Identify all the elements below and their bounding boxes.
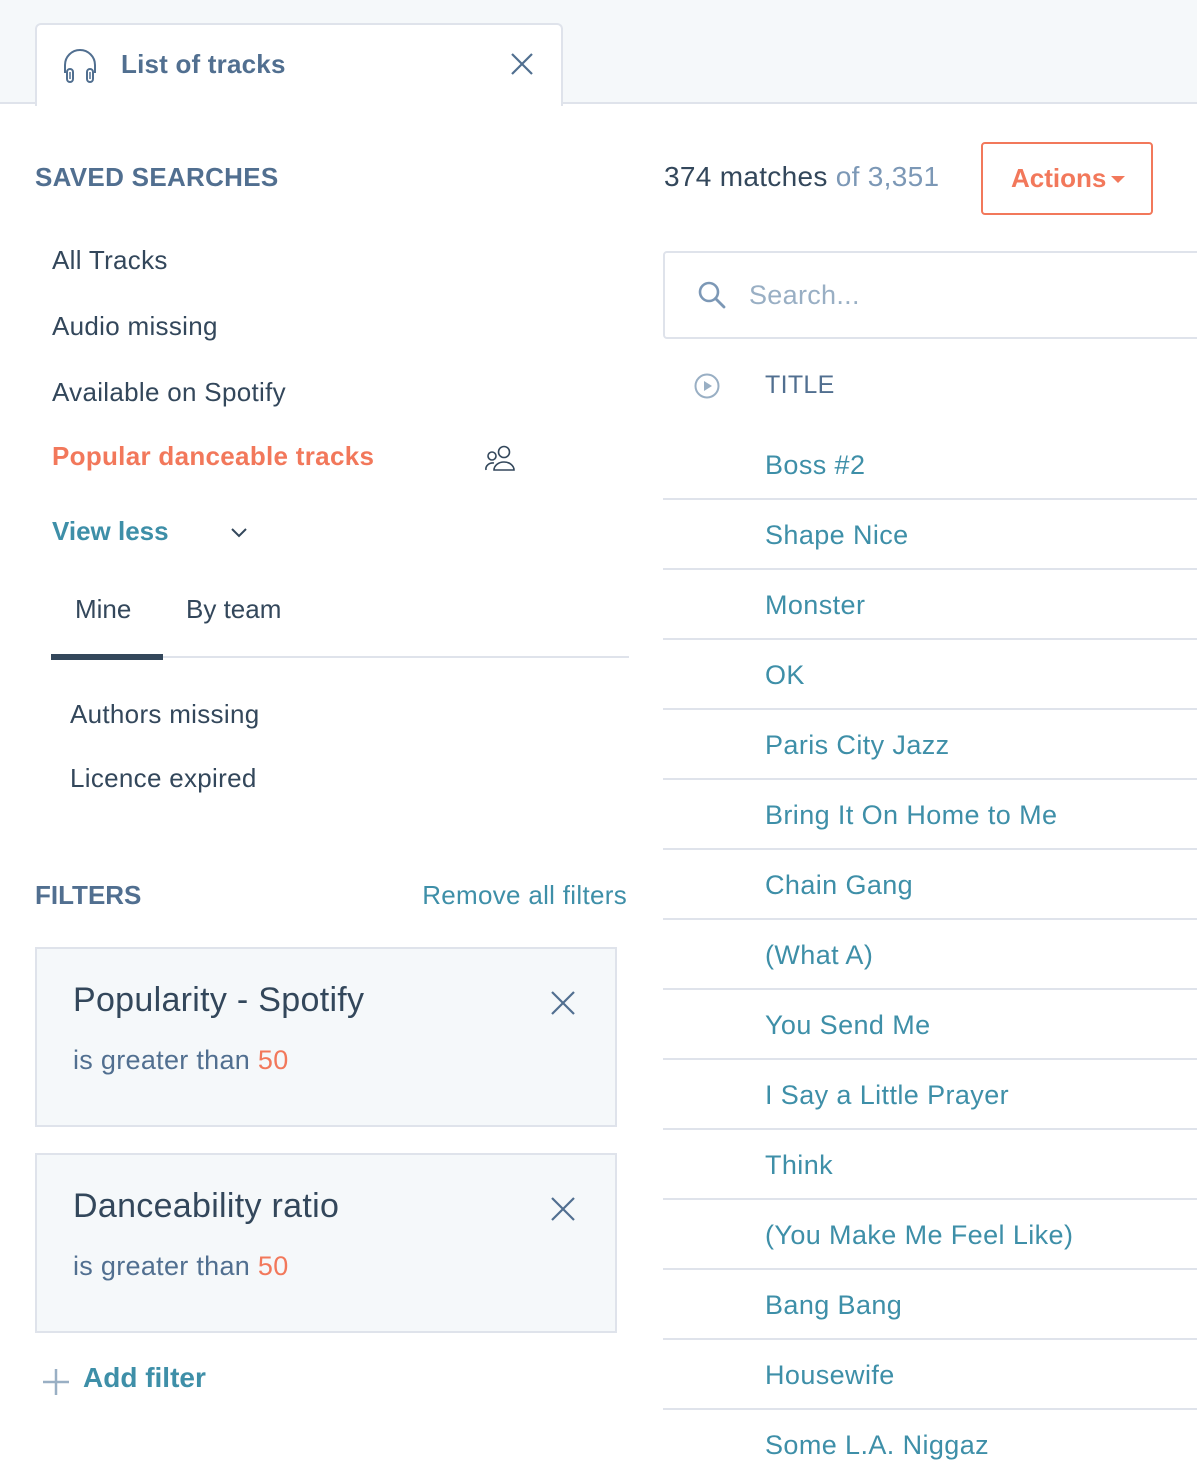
track-title-link[interactable]: I Say a Little Prayer [765, 1080, 1009, 1111]
search-box[interactable] [663, 251, 1197, 339]
table-row[interactable]: OK [663, 640, 1197, 710]
saved-search-audio-missing[interactable]: Audio missing [52, 311, 218, 342]
tab-by-team-label: By team [186, 594, 282, 624]
remove-filter-icon[interactable] [549, 1195, 577, 1223]
table-row[interactable]: Bang Bang [663, 1270, 1197, 1340]
track-title-link[interactable]: Boss #2 [765, 450, 865, 481]
track-list: Boss #2 Shape Nice Monster OK Paris City Jaz… [663, 430, 1197, 1480]
match-count-value: 374 matches [664, 161, 828, 192]
table-row[interactable]: Housewife [663, 1340, 1197, 1410]
tab-mine[interactable]: Mine [51, 594, 163, 660]
saved-search-authors-missing[interactable]: Authors missing [70, 699, 259, 730]
track-title-link[interactable]: Chain Gang [765, 870, 913, 901]
track-title-link[interactable]: (What A) [765, 940, 873, 971]
filter-name: Danceability ratio [73, 1187, 340, 1225]
track-title-link[interactable]: Shape Nice [765, 520, 909, 551]
table-row[interactable]: Monster [663, 570, 1197, 640]
track-title-link[interactable]: Bang Bang [765, 1290, 902, 1321]
remove-all-filters-link[interactable]: Remove all filters [422, 880, 627, 911]
track-title-link[interactable]: Some L.A. Niggaz [765, 1430, 989, 1461]
remove-filter-icon[interactable] [549, 989, 577, 1017]
table-header: TITLE [663, 356, 1197, 416]
table-row[interactable]: (What A) [663, 920, 1197, 990]
filter-card[interactable]: Danceability ratio is greater than 50 [35, 1153, 617, 1333]
tab-by-team[interactable]: By team [186, 594, 281, 658]
search-icon [698, 281, 726, 309]
filter-name: Popularity - Spotify [73, 981, 365, 1019]
saved-search-tabs: Mine By team [51, 594, 629, 660]
close-icon[interactable] [509, 51, 535, 77]
track-title-link[interactable]: OK [765, 660, 805, 691]
table-row[interactable]: Shape Nice [663, 500, 1197, 570]
tab-title: List of tracks [121, 49, 286, 79]
actions-label: Actions [1011, 163, 1107, 193]
filters-heading: FILTERS [35, 880, 142, 910]
table-row[interactable]: Bring It On Home to Me [663, 780, 1197, 850]
saved-search-popular-danceable-tracks[interactable]: Popular danceable tracks [52, 441, 374, 472]
match-count: 374 matches of 3,351 [664, 161, 939, 193]
caret-down-icon [1111, 176, 1125, 183]
filter-value: 50 [257, 1251, 289, 1281]
track-title-link[interactable]: Monster [765, 590, 865, 621]
track-title-link[interactable]: Bring It On Home to Me [765, 800, 1057, 831]
filter-operator: is greater than [73, 1045, 251, 1075]
table-row[interactable]: Think [663, 1130, 1197, 1200]
filter-operator: is greater than [73, 1251, 251, 1281]
team-icon [485, 445, 515, 471]
match-total: of 3,351 [835, 161, 940, 192]
plus-icon [43, 1369, 69, 1395]
filter-condition: is greater than 50 [73, 1251, 289, 1282]
table-row[interactable]: Chain Gang [663, 850, 1197, 920]
track-title-link[interactable]: (You Make Me Feel Like) [765, 1220, 1073, 1251]
headphones-icon [64, 49, 96, 83]
actions-button[interactable]: Actions [981, 142, 1153, 215]
table-row[interactable]: Paris City Jazz [663, 710, 1197, 780]
saved-searches-heading: SAVED SEARCHES [35, 162, 279, 192]
tab-mine-label: Mine [75, 594, 132, 624]
saved-search-available-on-spotify[interactable]: Available on Spotify [52, 377, 286, 408]
track-title-link[interactable]: You Send Me [765, 1010, 931, 1041]
tab-bar: List of tracks [0, 0, 1197, 106]
filter-value: 50 [257, 1045, 289, 1075]
search-input[interactable] [749, 273, 1189, 317]
filter-condition: is greater than 50 [73, 1045, 289, 1076]
table-row[interactable]: (You Make Me Feel Like) [663, 1200, 1197, 1270]
table-row[interactable]: Boss #2 [663, 430, 1197, 500]
table-row[interactable]: Some L.A. Niggaz [663, 1410, 1197, 1480]
column-header-title[interactable]: TITLE [765, 371, 835, 400]
filter-card[interactable]: Popularity - Spotify is greater than 50 [35, 947, 617, 1127]
track-title-link[interactable]: Paris City Jazz [765, 730, 950, 761]
chevron-down-icon[interactable] [229, 522, 249, 542]
play-icon[interactable] [693, 372, 721, 400]
track-title-link[interactable]: Housewife [765, 1360, 895, 1391]
saved-search-all-tracks[interactable]: All Tracks [52, 245, 168, 276]
table-row[interactable]: You Send Me [663, 990, 1197, 1060]
tab-list-of-tracks[interactable]: List of tracks [35, 23, 563, 106]
add-filter-label: Add filter [83, 1362, 206, 1393]
saved-search-licence-expired[interactable]: Licence expired [70, 763, 257, 794]
view-less-toggle[interactable]: View less [52, 516, 169, 547]
track-title-link[interactable]: Think [765, 1150, 833, 1181]
table-row[interactable]: I Say a Little Prayer [663, 1060, 1197, 1130]
